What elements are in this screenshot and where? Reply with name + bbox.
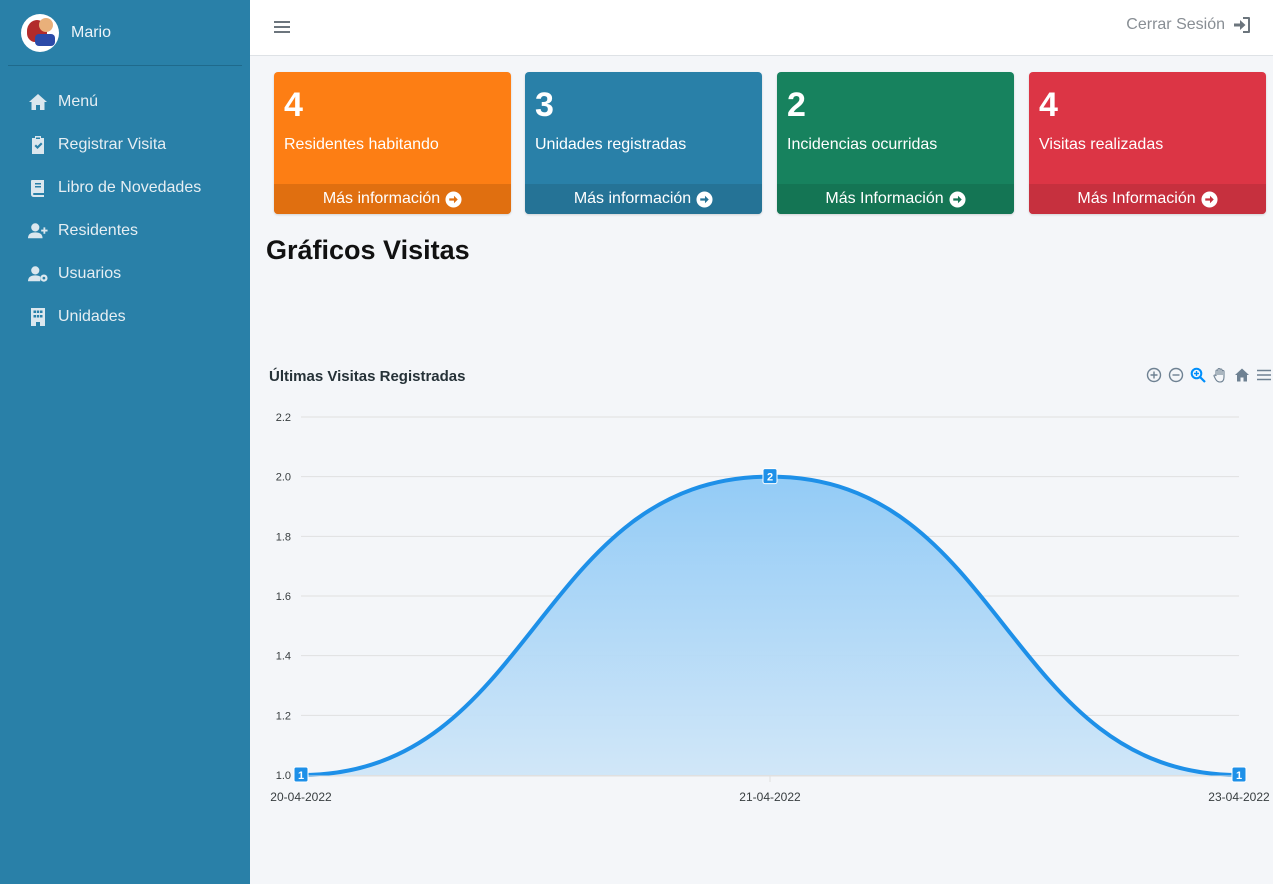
more-info-label: Más Información: [825, 190, 944, 207]
data-label: 1: [293, 766, 309, 783]
sidebar-item-usuarios[interactable]: Usuarios: [0, 252, 250, 295]
pan-hand-icon[interactable]: [1211, 366, 1229, 384]
stat-box-incidencias: 2 Incidencias ocurridas Más Información: [777, 72, 1014, 214]
more-info-label: Más información: [573, 190, 692, 207]
stat-label: Incidencias ocurridas: [787, 136, 938, 153]
sidebar-item-libro-novedades[interactable]: Libro de Novedades: [0, 166, 250, 209]
sidebar-item-residentes[interactable]: Residentes: [0, 209, 250, 252]
sidebar-item-unidades[interactable]: Unidades: [0, 295, 250, 338]
stat-label: Residentes habitando: [284, 136, 439, 153]
sidebar-item-registrar-visita[interactable]: Registrar Visita: [0, 123, 250, 166]
more-info-link[interactable]: Más información: [274, 184, 511, 214]
sidebar-item-label: Usuarios: [58, 264, 122, 282]
sign-out-icon: [1233, 16, 1251, 34]
stat-box-residentes: 4 Residentes habitando Más información: [274, 72, 511, 214]
data-label: 1: [1231, 766, 1247, 783]
y-tick-label: 2.2: [276, 412, 291, 424]
more-info-link[interactable]: Más Información: [777, 184, 1014, 214]
x-tick-label: 20-04-2022: [270, 790, 332, 804]
home-icon: [27, 92, 49, 112]
user-name[interactable]: Mario: [71, 24, 111, 42]
zoom-out-icon[interactable]: [1167, 366, 1185, 384]
page-title: Gráficos Visitas: [266, 235, 470, 265]
y-tick-label: 1.4: [276, 651, 291, 663]
sidebar-item-menu[interactable]: Menú: [0, 80, 250, 123]
users-cog-icon: [27, 264, 49, 284]
x-tick-label: 23-04-2022: [1208, 790, 1270, 804]
clipboard-check-icon: [27, 135, 49, 155]
user-panel[interactable]: Mario: [8, 0, 242, 66]
stat-box-unidades: 3 Unidades registradas Más información: [525, 72, 762, 214]
sidebar-item-label: Libro de Novedades: [58, 178, 202, 196]
building-icon: [27, 307, 49, 327]
stat-number: 3: [535, 86, 554, 124]
logout-label: Cerrar Sesión: [1126, 16, 1225, 33]
reset-home-icon[interactable]: [1233, 366, 1251, 384]
y-tick-label: 1.6: [276, 591, 291, 603]
more-info-label: Más información: [322, 190, 441, 207]
series-area: [301, 476, 1239, 775]
logout-button[interactable]: Cerrar Sesión: [1126, 16, 1251, 34]
book-icon: [27, 178, 49, 198]
arrow-circle-right-icon: [445, 190, 462, 208]
stat-label: Unidades registradas: [535, 136, 687, 153]
sidebar-item-label: Registrar Visita: [58, 135, 167, 153]
x-tick-label: 21-04-2022: [739, 790, 801, 804]
chart-menu-icon[interactable]: [1255, 366, 1273, 384]
data-label: 2: [762, 468, 778, 485]
chart-title: Últimas Visitas Registradas: [269, 368, 466, 385]
stat-label: Visitas realizadas: [1039, 136, 1164, 153]
series-line: [300, 474, 1240, 777]
arrow-circle-right-icon: [1201, 190, 1218, 208]
y-tick-label: 1.8: [276, 531, 291, 543]
more-info-link[interactable]: Más Información: [1029, 184, 1266, 214]
y-tick-label: 1.2: [276, 710, 291, 722]
sidebar-item-label: Unidades: [58, 307, 126, 325]
sidebar-item-label: Residentes: [58, 221, 139, 239]
selection-zoom-icon[interactable]: [1189, 366, 1207, 384]
more-info-link[interactable]: Más información: [525, 184, 762, 214]
sidebar-nav: Menú Registrar Visita Libro de Novedades…: [0, 80, 250, 338]
y-tick-label: 2.0: [276, 472, 291, 484]
stat-number: 4: [1039, 86, 1058, 124]
sidebar-item-label: Menú: [58, 92, 99, 110]
chart-toolbar: [1145, 366, 1273, 384]
sidebar: Mario Menú Registrar Visita Libro de Nov…: [0, 0, 250, 884]
top-navbar: Cerrar Sesión: [250, 0, 1273, 56]
hamburger-menu-icon[interactable]: [274, 17, 290, 37]
stat-number: 2: [787, 86, 806, 124]
stat-number: 4: [284, 86, 303, 124]
arrow-circle-right-icon: [949, 190, 966, 208]
arrow-circle-right-icon: [696, 190, 713, 208]
stat-box-visitas: 4 Visitas realizadas Más Información: [1029, 72, 1266, 214]
avatar[interactable]: [21, 13, 59, 52]
zoom-in-icon[interactable]: [1145, 366, 1163, 384]
svg-text:2: 2: [767, 472, 773, 484]
y-tick-label: 1.0: [276, 770, 291, 782]
svg-text:1: 1: [1236, 770, 1242, 782]
svg-text:1: 1: [298, 770, 304, 782]
more-info-label: Más Información: [1077, 190, 1196, 207]
user-plus-icon: [27, 221, 49, 241]
